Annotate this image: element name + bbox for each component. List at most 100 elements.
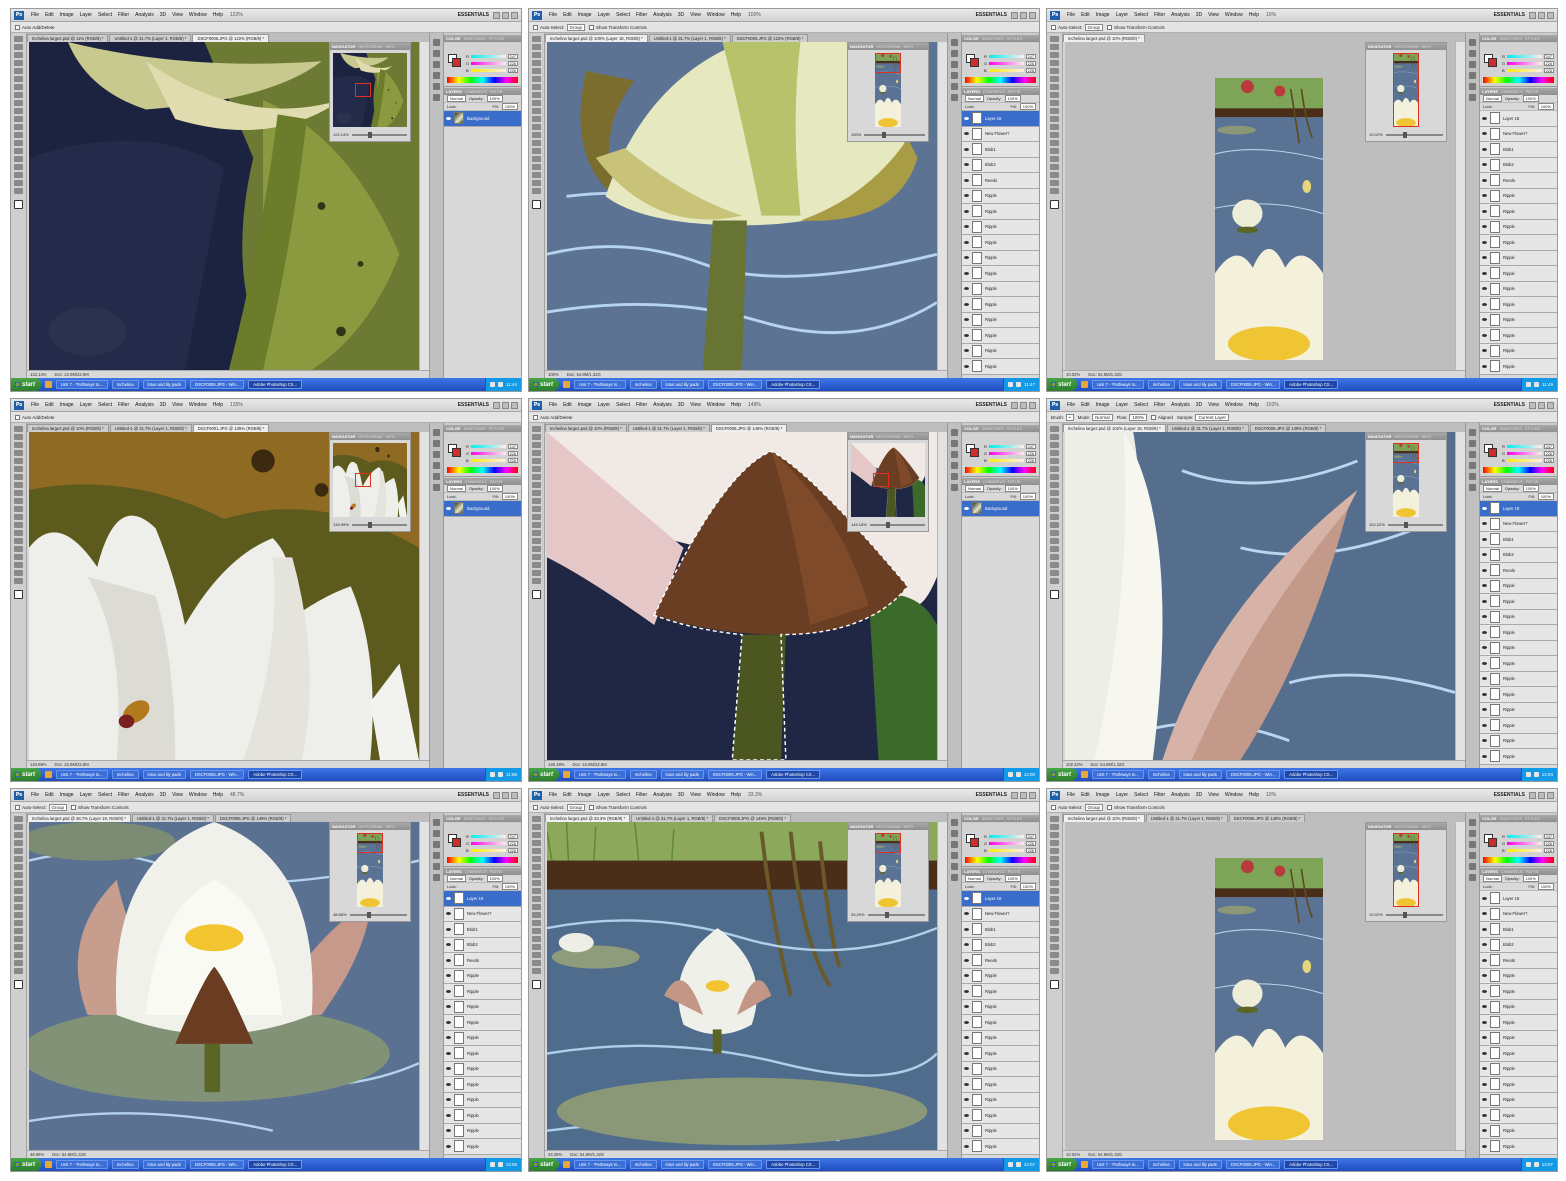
zoom-level[interactable]: 149% [748,402,761,408]
document-tab[interactable]: Untitled-1 @ 31.7% (Layer 1, RGB/8) * [627,424,710,432]
taskbar-button[interactable]: Inchelina [111,1160,139,1169]
menu-layer[interactable]: Layer [595,792,614,798]
green-value[interactable]: 226 [1026,60,1036,66]
tab-layers[interactable]: LAYERS [446,869,462,874]
menu-edit[interactable]: Edit [42,792,57,798]
taskbar-button[interactable]: Adobe Photoshop CS... [1284,380,1339,389]
eye-icon[interactable] [446,974,451,978]
eye-icon[interactable] [964,1098,969,1102]
background-swatch[interactable] [970,58,979,67]
network-icon[interactable] [1015,1162,1021,1167]
navigator-zoom-input[interactable]: 48.66% [333,912,347,917]
vertical-scrollbar[interactable] [1455,42,1465,370]
layer-row[interactable]: Ripple [962,266,1039,282]
red-slider[interactable] [470,444,506,448]
minimize-icon[interactable] [1011,401,1018,409]
blur-tool-icon[interactable] [14,132,23,138]
eraser-tool-icon[interactable] [532,896,541,902]
move-tool-icon[interactable] [532,816,541,822]
brushes-icon[interactable] [1469,841,1476,848]
character-icon[interactable] [1469,863,1476,870]
navigator-view-box[interactable] [355,473,371,487]
layer-row[interactable]: Background [444,111,521,127]
type-tool-icon[interactable] [1050,546,1059,552]
red-slider[interactable] [1506,54,1542,58]
opacity-input[interactable]: 100% [1004,95,1021,102]
tab-info[interactable]: INFO [386,434,396,439]
dodge-tool-icon[interactable] [1050,920,1059,926]
tab-swatches[interactable]: SWATCHES [981,36,1003,41]
red-slider[interactable] [470,834,506,838]
brush-tool-icon[interactable] [532,482,541,488]
layer-row[interactable]: Ripple [1480,188,1557,204]
navigator-view-box[interactable] [355,83,371,97]
layer-row[interactable]: Ripple [444,1030,521,1046]
healing-tool-icon[interactable] [1050,864,1059,870]
workspace-switcher[interactable]: ESSENTIALS [1494,792,1525,798]
history-icon[interactable] [951,429,958,436]
menu-window[interactable]: Window [1222,792,1246,798]
background-swatch[interactable] [1488,838,1497,847]
tab-swatches[interactable]: SWATCHES [463,816,485,821]
taskbar-button[interactable]: DSCF0006.JPG - Win... [189,1160,245,1169]
tab-color[interactable]: COLOR [1482,816,1496,821]
shape-tool-icon[interactable] [532,172,541,178]
gradient-tool-icon[interactable] [532,514,541,520]
layer-row[interactable]: Blob1 [962,922,1039,938]
auto-add-delete-checkbox[interactable] [15,24,20,30]
volume-icon[interactable] [489,1162,495,1167]
color-spectrum[interactable] [965,467,1036,473]
document-tab[interactable]: DSCF0005.JPG @ 122% (RGB/8) * [731,34,809,42]
menu-analysis[interactable]: Analysis [132,12,157,18]
eye-icon[interactable] [1482,132,1487,136]
layer-row[interactable]: Blob1 [962,142,1039,158]
zoom-level[interactable]: 100% [748,12,761,18]
green-value[interactable]: 226 [1544,60,1554,66]
navigator-zoom-slider[interactable] [864,131,925,138]
dodge-tool-icon[interactable] [14,530,23,536]
start-button[interactable]: start [529,768,560,781]
eye-icon[interactable] [964,1067,969,1071]
quick-select-tool-icon[interactable] [532,60,541,66]
layer-row[interactable]: Ripple [1480,1108,1557,1124]
document-tab[interactable]: Untitled-1 @ 31.7% (Layer 1, RGB/8) * [131,814,214,822]
navigator-thumbnail[interactable] [851,443,925,517]
type-tool-icon[interactable] [1050,156,1059,162]
fill-input[interactable]: 100% [1537,103,1554,110]
color-spectrum[interactable] [1483,467,1554,473]
eye-icon[interactable] [964,1051,969,1055]
layer-row[interactable]: Blob2 [1480,547,1557,563]
quick-select-tool-icon[interactable] [532,840,541,846]
pen-tool-icon[interactable] [1050,928,1059,934]
move-tool-icon[interactable] [1050,426,1059,432]
history-brush-tool-icon[interactable] [14,108,23,114]
zoom-level[interactable]: 122% [230,12,243,18]
eye-icon[interactable] [1482,754,1487,758]
red-value[interactable]: 247 [508,443,518,449]
background-swatch[interactable] [452,58,461,67]
crop-tool-icon[interactable] [532,458,541,464]
menu-image[interactable]: Image [575,792,595,798]
crop-tool-icon[interactable] [1050,68,1059,74]
layer-row[interactable]: Ripple [962,1108,1039,1124]
menu-3d[interactable]: 3D [157,12,169,18]
navigator-zoom-input[interactable]: 134.99% [333,522,349,527]
eye-icon[interactable] [1482,646,1487,650]
hand-tool-icon[interactable] [532,960,541,966]
move-tool-icon[interactable] [14,36,23,42]
path-select-tool-icon[interactable] [532,554,541,560]
blue-value[interactable]: 226 [508,67,518,73]
marquee-tool-icon[interactable] [1050,434,1059,440]
menu-view[interactable]: View [1205,792,1222,798]
layer-row[interactable]: Reeds [1480,563,1557,579]
layer-row[interactable]: Ripple [1480,281,1557,297]
blend-mode-select[interactable]: Normal [1483,485,1502,492]
tab-info[interactable]: INFO [1422,824,1432,829]
network-icon[interactable] [497,1162,503,1167]
actions-icon[interactable] [951,830,958,837]
gradient-tool-icon[interactable] [1050,514,1059,520]
opacity-input[interactable]: 100% [1522,485,1539,492]
layer-row[interactable]: Blob1 [1480,532,1557,548]
navigator-zoom-slider[interactable] [349,911,407,918]
layer-row[interactable]: Layer 19 [1480,501,1557,517]
